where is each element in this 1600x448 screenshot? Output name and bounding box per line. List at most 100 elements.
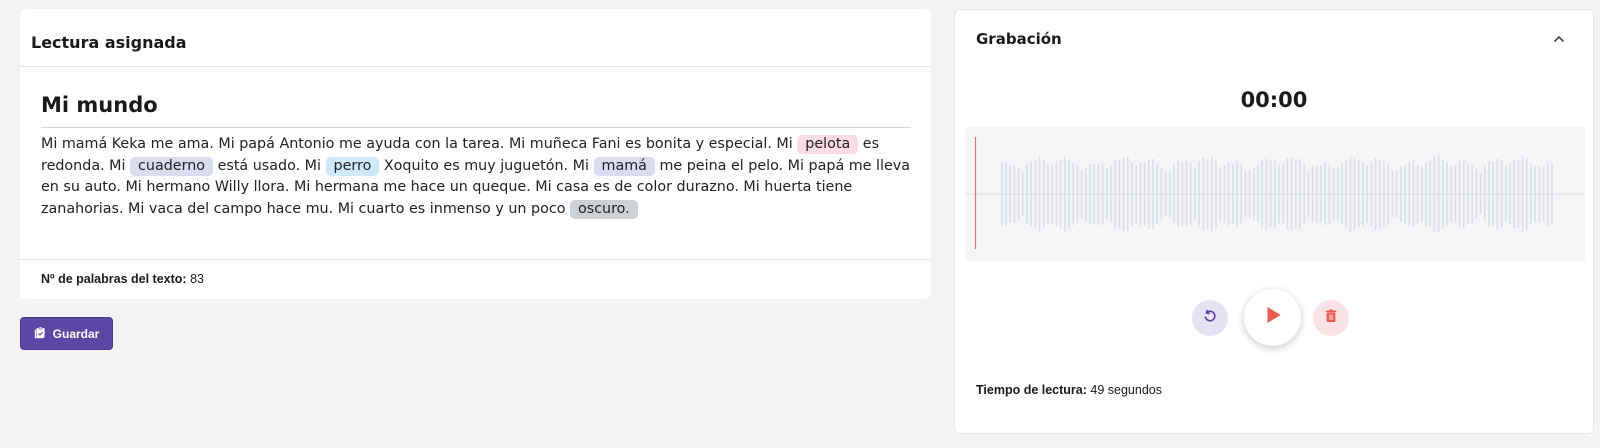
waveform-bar (1295, 159, 1297, 229)
waveform-bar (1261, 159, 1263, 229)
recording-heading: Grabación (976, 30, 1062, 48)
waveform-bar (1521, 156, 1524, 232)
waveform-bar (1471, 164, 1473, 223)
waveform-bar (1005, 162, 1007, 226)
restart-icon (1201, 307, 1219, 330)
waveform-bar (1219, 166, 1221, 222)
waveform-bar (1274, 160, 1276, 228)
reading-content: Mi mundo Mi mamá Keka me ama. Mi papá An… (20, 67, 931, 220)
waveform-bar (1538, 166, 1541, 222)
waveform-bar (1534, 165, 1536, 223)
waveform-bar (1181, 162, 1184, 226)
waveform-bar (1324, 162, 1326, 226)
waveform-bar (1034, 159, 1037, 229)
waveform-bar (1370, 161, 1373, 227)
waveform-bar (1156, 164, 1158, 224)
waveform-bar (1017, 167, 1020, 221)
waveform-bar (1454, 165, 1457, 223)
waveform-bar (1202, 157, 1205, 231)
waveform-bar (1152, 159, 1154, 230)
waveform-bar (1169, 170, 1171, 218)
waveform-bar (1366, 165, 1368, 223)
waveform-bar (1194, 168, 1196, 220)
assigned-reading-header: Lectura asignada (20, 9, 931, 67)
chevron-up-icon[interactable] (1551, 31, 1567, 47)
waveform-bar (1223, 165, 1226, 223)
waveform-bar (1030, 161, 1032, 227)
waveform-bar (1253, 168, 1255, 221)
waveform-bar (1139, 162, 1142, 226)
waveform-bar (1160, 167, 1163, 221)
waveform-bar (1303, 164, 1305, 224)
waveform-bar (1316, 164, 1318, 224)
waveform-bar (1395, 170, 1398, 218)
waveform-bar (1198, 161, 1200, 228)
waveform-bar (1064, 156, 1066, 232)
delete-button[interactable] (1313, 300, 1349, 336)
waveform-bar (1484, 165, 1486, 223)
waveform-bar (1101, 163, 1104, 225)
save-button-label: Guardar (52, 326, 100, 341)
waveform-bar (1400, 165, 1402, 223)
reading-text-segment: Xoquito es muy juguetón. Mi (379, 157, 594, 174)
waveform-bar (1345, 160, 1347, 228)
waveform-bar (1332, 167, 1335, 221)
waveform-bar (1177, 160, 1179, 228)
waveform-bar (1341, 163, 1343, 225)
waveform-bar (1458, 161, 1461, 227)
audio-waveform[interactable] (965, 127, 1585, 261)
playback-controls (955, 289, 1593, 347)
waveform-bar (1328, 164, 1331, 224)
play-button[interactable] (1244, 289, 1301, 346)
waveform-bar (1488, 161, 1490, 227)
assigned-reading-card: Lectura asignada Mi mundo Mi mamá Keka m… (20, 9, 931, 299)
word-count-value: 83 (190, 272, 204, 286)
waveform-bar (1110, 165, 1112, 223)
waveform-bar (1547, 162, 1549, 226)
waveform-bar (1387, 163, 1389, 225)
waveform-bar (1244, 170, 1247, 218)
waveform-bar (1051, 164, 1053, 224)
waveform-bar (1374, 157, 1377, 231)
waveform-bar (1173, 164, 1175, 224)
waveform-bar (1379, 159, 1381, 229)
waveform-bar (1215, 159, 1217, 229)
waveform-bar (1404, 164, 1406, 224)
waveform-bar (1307, 170, 1310, 218)
recording-card: Grabación 00:00 Tiempo de lectura: 49 se… (954, 9, 1594, 434)
highlighted-word: oscuro. (570, 199, 638, 219)
highlighted-word: pelota (797, 135, 859, 154)
waveform-bar (1148, 159, 1150, 229)
waveform-bar (1076, 165, 1079, 223)
waveform-bar (1446, 162, 1448, 226)
waveform-bar (1043, 159, 1045, 229)
waveform-bar (1475, 169, 1478, 219)
save-button[interactable]: Guardar (20, 317, 113, 350)
waveform-bar (1059, 159, 1062, 229)
waveform-bar (1022, 172, 1024, 216)
waveform-bar (1408, 161, 1410, 227)
waveform-bar (1190, 163, 1192, 225)
reading-text: Mi mamá Keka me ama. Mi papá Antonio me … (41, 134, 911, 220)
restart-button[interactable] (1192, 300, 1228, 336)
waveform-bar (1416, 164, 1419, 224)
assigned-reading-heading: Lectura asignada (31, 33, 187, 52)
reading-time-label: Tiempo de lectura: (976, 383, 1087, 397)
waveform-bar (1047, 163, 1049, 225)
waveform-bar (1114, 159, 1116, 229)
waveform-bar (1450, 165, 1452, 223)
waveform-bar (1551, 163, 1553, 225)
waveform-bar (1492, 161, 1494, 227)
waveform-bar (1353, 157, 1356, 231)
highlighted-word: perro (325, 156, 380, 176)
save-clipboard-icon (34, 326, 47, 342)
waveform-bar (1278, 164, 1280, 224)
reading-title: Mi mundo (41, 93, 911, 128)
waveform-bar (1505, 166, 1507, 222)
waveform-bar (1097, 163, 1100, 225)
highlighted-word: mamá (593, 156, 655, 176)
waveform-bar (1265, 158, 1268, 230)
waveform-bar (1500, 159, 1503, 229)
waveform-bar (1093, 164, 1095, 225)
highlighted-word: cuaderno (130, 156, 214, 176)
